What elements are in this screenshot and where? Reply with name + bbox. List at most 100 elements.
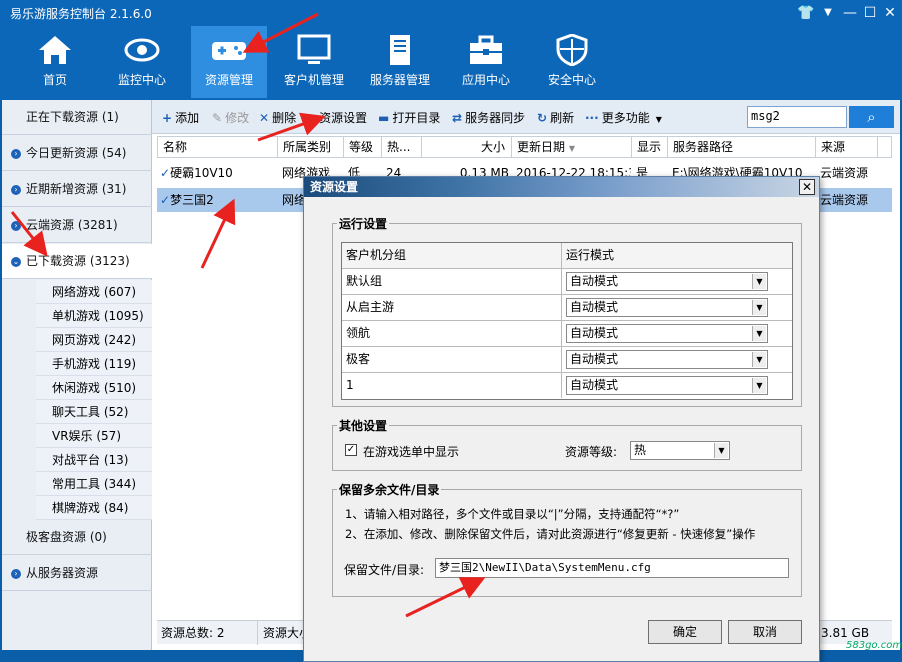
run-mode-select[interactable]: 自动模式 ▼ (566, 298, 768, 317)
run-mode-select[interactable]: 自动模式 ▼ (566, 272, 768, 291)
sidebar-sub-label: 对战平台 (13) (52, 453, 129, 467)
nav-client[interactable]: 客户机管理 (276, 26, 352, 98)
open-dir-button[interactable]: ▬ 打开目录 (378, 109, 440, 126)
show-in-menu-checkbox[interactable]: ✓ (345, 444, 357, 456)
check-icon: ✓ (346, 444, 356, 455)
search-button[interactable]: ⌕ (849, 106, 894, 128)
search-input[interactable]: msg2 (747, 106, 847, 128)
sidebar-sub-item[interactable]: 常用工具 (344) (36, 472, 152, 496)
col-show[interactable]: 显示 (632, 137, 668, 157)
sidebar-sub-label: 休闲游戏 (510) (52, 381, 137, 395)
dots-icon: ··· (585, 111, 599, 125)
col-category[interactable]: 所属类别 (278, 137, 344, 157)
sidebar-sub-item[interactable]: 单机游戏 (1095) (36, 304, 152, 328)
sidebar-sub-item[interactable]: 休闲游戏 (510) (36, 376, 152, 400)
keep-path-input[interactable]: 梦三国2\NewII\Data\SystemMenu.cfg (435, 558, 789, 578)
chevron-right-icon: › (11, 185, 21, 195)
skin-icon[interactable]: 👕 (796, 3, 816, 23)
col-name[interactable]: 名称 (158, 137, 278, 157)
sidebar-sub-label: 棋牌游戏 (84) (52, 501, 129, 515)
sidebar-sub-item[interactable]: 聊天工具 (52) (36, 400, 152, 424)
nav-apps[interactable]: 应用中心 (448, 26, 524, 98)
run-row: 1 自动模式 ▼ (342, 373, 792, 399)
sidebar-item-slave[interactable]: › 从服务器资源 (2, 556, 152, 591)
dropdown-icon[interactable]: ▼ (818, 3, 838, 23)
sidebar-sub-item[interactable]: 对战平台 (13) (36, 448, 152, 472)
delete-button[interactable]: ✕ 删除 (259, 109, 296, 126)
edit-button[interactable]: ✎ 修改 (212, 109, 249, 126)
sidebar-item-downloaded[interactable]: ⌄ 已下载资源 (3123) (2, 244, 152, 279)
sidebar-sub-item[interactable]: 手机游戏 (119) (36, 352, 152, 376)
sidebar-item-label: 已下载资源 (3123) (26, 254, 130, 268)
sidebar-sub-label: 网页游戏 (242) (52, 333, 137, 347)
row-name: ✓硬霸10V10 (157, 161, 277, 185)
nav-home[interactable]: 首页 (17, 26, 93, 98)
minimize-icon[interactable]: — (840, 3, 860, 23)
nav-resource[interactable]: 资源管理 (191, 26, 267, 98)
nav-security[interactable]: 安全中心 (534, 26, 610, 98)
other-settings-group: 其他设置 ✓ 在游戏选单中显示 资源等级: 热 ▼ (332, 417, 802, 471)
sidebar-item-label: 正在下载资源 (1) (26, 110, 119, 124)
keep-note-2: 2、在添加、修改、删除保留文件后，请对此资源进行“修复更新 - 快速修复”操作 (345, 527, 756, 541)
resource-settings-button[interactable]: ➹ 资源设置 (306, 109, 367, 126)
dialog-close-button[interactable]: ✕ (799, 179, 815, 195)
add-button[interactable]: + 添加 (162, 109, 199, 126)
row-source: 云端资源 (820, 166, 869, 180)
nav-server[interactable]: 服务器管理 (362, 26, 438, 98)
refresh-label: 刷新 (550, 111, 575, 125)
sidebar-item-recent[interactable]: › 近期新增资源 (31) (2, 172, 152, 207)
refresh-button[interactable]: ↻ 刷新 (537, 109, 574, 126)
eye-icon (124, 38, 160, 62)
server-sync-button[interactable]: ⇄ 服务器同步 (452, 109, 525, 126)
sidebar-sub-label: 聊天工具 (52) (52, 405, 129, 419)
dropdown-icon: ▼ (752, 274, 766, 289)
sidebar: 正在下载资源 (1) › 今日更新资源 (54) › 近期新增资源 (31) › 云端… (2, 100, 152, 650)
sidebar-item-geek[interactable]: 极客盘资源 (0) (2, 520, 152, 555)
ok-button[interactable]: 确定 (648, 620, 722, 644)
pen-icon: ✎ (212, 111, 223, 125)
dialog-titlebar: 资源设置 ✕ (304, 177, 819, 197)
sidebar-item-cloud[interactable]: › 云端资源 (3281) (2, 208, 152, 243)
toolbar: + 添加 ✎ 修改 ✕ 删除 ➹ 资源设置 ▬ 打开目录 ⇄ 服务器同步 ↻ 刷新 ··· 更多… (152, 100, 900, 134)
run-row: 默认组 自动模式 ▼ (342, 269, 792, 295)
sidebar-sub-label: VR娱乐 (57) (52, 429, 121, 443)
nav-apps-label: 应用中心 (461, 73, 510, 87)
col-path[interactable]: 服务器路径 (668, 137, 816, 157)
col-date[interactable]: 更新日期 ▼ (512, 137, 632, 157)
sidebar-item-today[interactable]: › 今日更新资源 (54) (2, 136, 152, 171)
resource-settings-dialog: 资源设置 ✕ 运行设置 客户机分组 运行模式 默认组 自动模式 ▼ 从启主游 自动… (303, 176, 820, 662)
search-icon: ⌕ (867, 108, 876, 126)
cancel-button[interactable]: 取消 (728, 620, 802, 644)
run-mode-select[interactable]: 自动模式 ▼ (566, 324, 768, 343)
sidebar-sub-item[interactable]: VR娱乐 (57) (36, 424, 152, 448)
level-select[interactable]: 热 ▼ (630, 441, 730, 460)
dropdown-icon: ▼ (752, 300, 766, 315)
check-icon: ✓ (160, 193, 171, 207)
sidebar-sub-item[interactable]: 棋牌游戏 (84) (36, 496, 152, 520)
sidebar-item-label: 云端资源 (3281) (26, 218, 118, 232)
dropdown-icon: ▼ (752, 326, 766, 341)
col-size[interactable]: 大小 (422, 137, 512, 157)
sidebar-sub-item[interactable]: 网页游戏 (242) (36, 328, 152, 352)
run-mode-select[interactable]: 自动模式 ▼ (566, 350, 768, 369)
title-bar: 易乐游服务控制台 2.1.6.0 👕 ▼ — ☐ ✕ (0, 0, 902, 26)
run-row-group: 从启主游 (342, 295, 562, 320)
run-row-group: 极客 (342, 347, 562, 372)
sidebar-item-label: 极客盘资源 (0) (26, 530, 107, 544)
col-source[interactable]: 来源 (816, 137, 878, 157)
col-heat[interactable]: 热... (382, 137, 422, 157)
close-icon[interactable]: ✕ (880, 3, 900, 23)
keep-files-title: 保留多余文件/目录 (337, 481, 442, 498)
sidebar-item-downloading[interactable]: 正在下载资源 (1) (2, 100, 152, 135)
col-level[interactable]: 等级 (344, 137, 382, 157)
maximize-icon[interactable]: ☐ (860, 3, 880, 23)
gamepad-icon (212, 42, 246, 60)
sidebar-sub-item[interactable]: 网络游戏 (607) (36, 280, 152, 304)
run-mode-select[interactable]: 自动模式 ▼ (566, 376, 768, 395)
keep-files-group: 保留多余文件/目录 1、请输入相对路径，多个文件或目录以“|”分隔，支持通配符“… (332, 481, 802, 597)
more-button[interactable]: ··· 更多功能 ▼ (585, 109, 662, 126)
check-icon: ✓ (160, 166, 171, 180)
close-icon: ✕ (801, 180, 813, 194)
col-run-mode: 运行模式 (566, 248, 615, 262)
nav-monitor[interactable]: 监控中心 (104, 26, 180, 98)
